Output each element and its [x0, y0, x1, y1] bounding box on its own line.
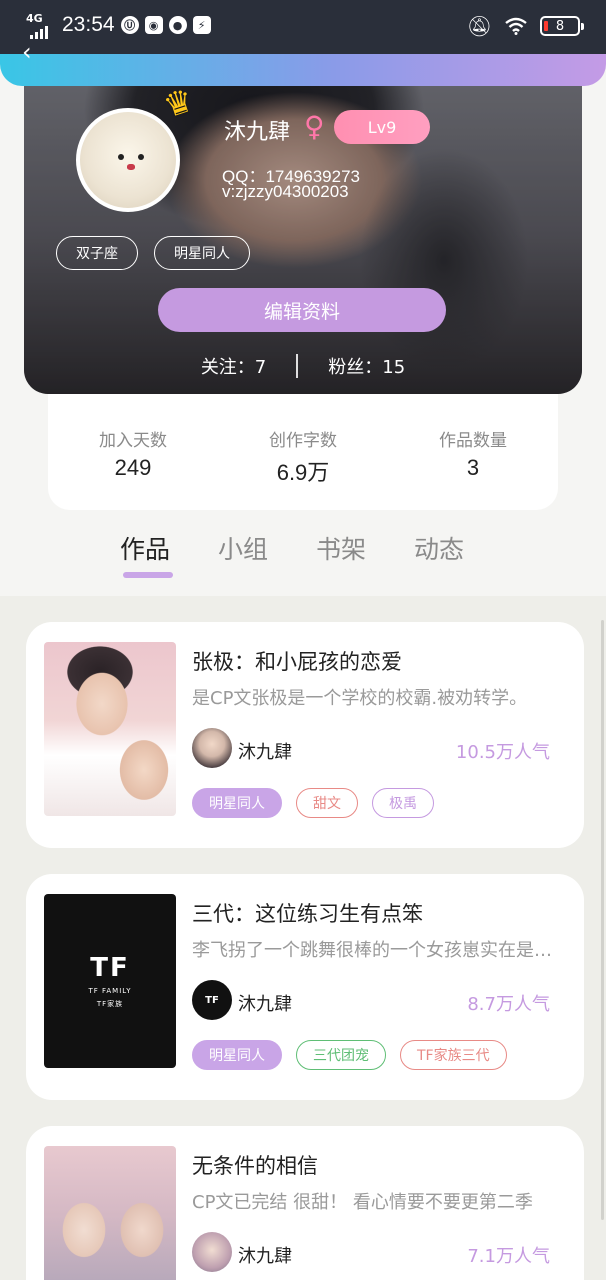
fans-count[interactable]: 粉丝：15: [328, 353, 405, 379]
work-description: 是CP文张极是一个学校的校霸.被劝转学。: [192, 688, 528, 709]
work-cover-image[interactable]: [44, 1146, 176, 1280]
work-cover-image[interactable]: TF TF FAMILY TF家族: [44, 894, 176, 1068]
author-name[interactable]: 沐九肆: [238, 738, 292, 764]
popularity-count: 7.1万人气: [467, 1246, 550, 1267]
author-avatar[interactable]: [192, 1232, 232, 1272]
stat-label: 作品数量: [439, 431, 507, 451]
tab-groups[interactable]: 小组: [218, 530, 268, 566]
work-tag[interactable]: 甜文: [296, 788, 358, 818]
tf-logo: TF: [90, 953, 130, 983]
divider: [296, 354, 299, 378]
stat-value: 249: [114, 455, 152, 480]
stat-label: 加入天数: [99, 431, 167, 451]
female-gender-icon: ♀: [304, 110, 325, 143]
tab-works[interactable]: 作品: [120, 530, 170, 566]
scrollbar[interactable]: [601, 620, 604, 1220]
avatar[interactable]: [76, 108, 180, 212]
tab-activity[interactable]: 动态: [414, 530, 464, 566]
work-tag[interactable]: 明星同人: [192, 1040, 282, 1070]
tf-caption: TF FAMILY: [88, 987, 132, 995]
profile-tabs: 作品 小组 书架 动态: [120, 530, 464, 566]
work-description: CP文已完结 很甜！ 看心情要不要更第二季: [192, 1192, 533, 1213]
stat-value: 6.9万: [276, 460, 330, 485]
author-name[interactable]: 沐九肆: [238, 990, 292, 1016]
work-tag[interactable]: TF家族三代: [400, 1040, 507, 1070]
stat-join-days: 加入天数 249: [48, 392, 218, 510]
status-time: 23:54: [62, 13, 115, 36]
stat-label: 创作字数: [269, 431, 337, 451]
author-avatar[interactable]: TF: [192, 980, 232, 1020]
wifi-icon: [505, 17, 527, 35]
username: 沐九肆: [224, 120, 291, 145]
follow-stats: 关注：7 粉丝：15: [24, 353, 582, 379]
crown-icon: ♛: [158, 80, 198, 126]
work-card[interactable]: 无条件的相信 CP文已完结 很甜！ 看心情要不要更第二季 沐九肆 7.1万人气: [26, 1126, 584, 1280]
popularity-count: 8.7万人气: [467, 994, 550, 1015]
work-tag[interactable]: 明星同人: [192, 788, 282, 818]
stat-word-count: 创作字数 6.9万: [218, 392, 388, 510]
notification-app-icon: ⚡: [192, 16, 211, 34]
tf-logo: TF: [205, 994, 219, 1006]
work-title[interactable]: 无条件的相信: [192, 1150, 318, 1180]
cellular-signal-icon: 4G: [26, 12, 54, 39]
edit-profile-button[interactable]: 编辑资料: [158, 288, 446, 332]
work-tag[interactable]: 三代团宠: [296, 1040, 386, 1070]
avatar-dog-face: [118, 152, 144, 174]
notification-app-icon: ◉: [144, 16, 163, 34]
silent-bell-icon: 🔕︎: [466, 14, 492, 38]
profile-tag-zodiac[interactable]: 双子座: [56, 236, 138, 270]
work-tag[interactable]: 极禹: [372, 788, 434, 818]
work-description: 李飞拐了一个跳舞很棒的一个女孩崽实在是太可爱: [192, 940, 552, 961]
work-card[interactable]: 张极：和小屁孩的恋爱 是CP文张极是一个学校的校霸.被劝转学。 沐九肆 10.5…: [26, 622, 584, 848]
work-tags: 明星同人 三代团宠 TF家族三代: [192, 1040, 507, 1070]
tab-bookshelf[interactable]: 书架: [316, 530, 366, 566]
stat-value: 3: [466, 455, 480, 480]
notification-app-icon: Ⓤ: [120, 16, 139, 34]
wechat-id: v:zjzzy04300203: [222, 182, 349, 201]
battery-icon: 8: [540, 16, 584, 36]
author-name[interactable]: 沐九肆: [238, 1242, 292, 1268]
work-title[interactable]: 三代：这位练习生有点笨: [192, 898, 423, 928]
status-bar: 4G 23:54 Ⓤ ◉ ● ⚡ 🔕︎ 8: [0, 0, 606, 54]
following-count[interactable]: 关注：7: [201, 353, 266, 379]
message-bubble-icon: ●: [168, 16, 187, 34]
profile-tag-category[interactable]: 明星同人: [154, 236, 250, 270]
work-tags: 明星同人 甜文 极禹: [192, 788, 434, 818]
active-tab-indicator: [123, 572, 173, 578]
author-avatar[interactable]: [192, 728, 232, 768]
level-badge: Lv9: [334, 110, 430, 144]
work-cover-image[interactable]: [44, 642, 176, 816]
stats-card: 加入天数 249 创作字数 6.9万 作品数量 3: [48, 392, 558, 510]
back-arrow-icon[interactable]: ‹: [22, 38, 32, 66]
profile-banner: ♛ 沐九肆 ♀ Lv9 QQ：1749639273 v:zjzzy0430020…: [24, 40, 582, 394]
tf-caption-cn: TF家族: [96, 1000, 124, 1008]
popularity-count: 10.5万人气: [455, 742, 550, 763]
work-title[interactable]: 张极：和小屁孩的恋爱: [192, 646, 402, 676]
stat-works-count: 作品数量 3: [388, 392, 558, 510]
work-card[interactable]: TF TF FAMILY TF家族 三代：这位练习生有点笨 李飞拐了一个跳舞很棒…: [26, 874, 584, 1100]
